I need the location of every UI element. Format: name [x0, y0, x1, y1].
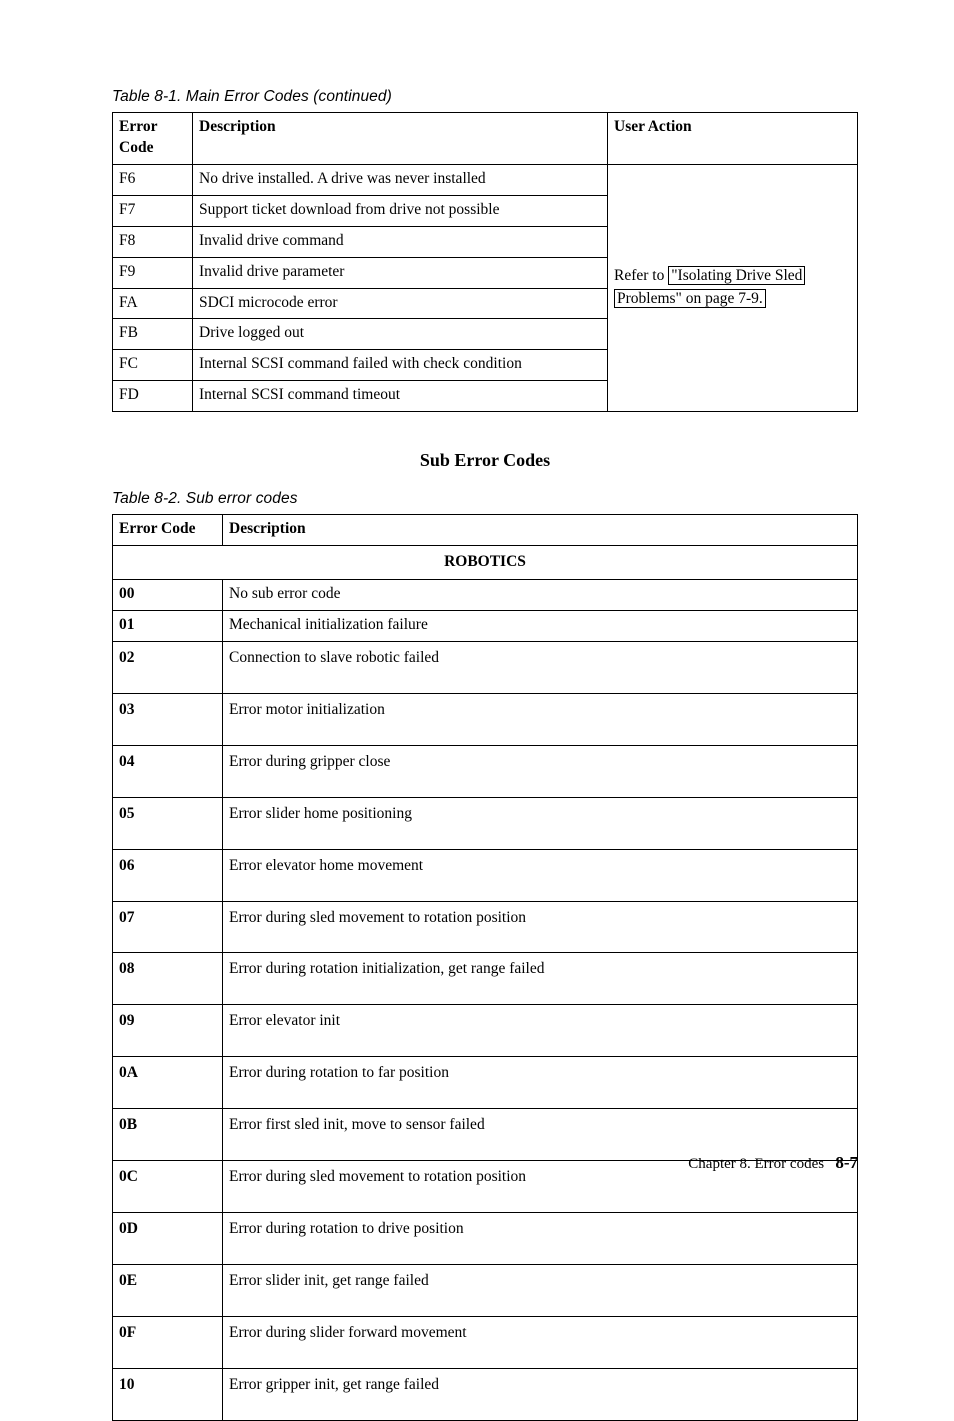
table-row: 07 Error during sled movement to rotatio… — [113, 901, 858, 953]
table2-header-row: Error Code Description — [113, 515, 858, 546]
sub-code-cell: 04 — [113, 745, 223, 797]
robotics-section-label: ROBOTICS — [113, 546, 858, 580]
sub-desc-cell: Mechanical initialization failure — [223, 610, 858, 641]
sub-code-cell: 01 — [113, 610, 223, 641]
sub-desc-cell: Error slider init, get range failed — [223, 1264, 858, 1316]
table-row: 0D Error during rotation to drive positi… — [113, 1213, 858, 1265]
table-row: 02 Connection to slave robotic failed — [113, 641, 858, 693]
sub-code-cell: 10 — [113, 1368, 223, 1420]
sub-desc-cell: No sub error code — [223, 580, 858, 611]
table-row: 0E Error slider init, get range failed — [113, 1264, 858, 1316]
user-action-cell: Refer to "Isolating Drive Sled Problems"… — [608, 164, 858, 411]
sub-code-cell: 0B — [113, 1109, 223, 1161]
robotics-section-row: ROBOTICS — [113, 546, 858, 580]
error-code-cell: F7 — [113, 195, 193, 226]
error-code-cell: FA — [113, 288, 193, 319]
action-link-line2[interactable]: Problems" on page 7-9. — [614, 289, 766, 308]
table1-header-row: Error Code Description User Action — [113, 113, 858, 165]
sub-code-cell: 09 — [113, 1005, 223, 1057]
error-desc-cell: Drive logged out — [193, 319, 608, 350]
footer-page-number: 8-7 — [835, 1153, 858, 1172]
footer-chapter: Chapter 8. Error codes — [688, 1156, 824, 1172]
table2-header-code: Error Code — [113, 515, 223, 546]
sub-desc-cell: Error during rotation initialization, ge… — [223, 953, 858, 1005]
table1-header-action: User Action — [608, 113, 858, 165]
table-row: F6 No drive installed. A drive was never… — [113, 164, 858, 195]
table-row: 06 Error elevator home movement — [113, 849, 858, 901]
sub-desc-cell: Error slider home positioning — [223, 797, 858, 849]
error-code-cell: FB — [113, 319, 193, 350]
table2-caption: Table 8-2. Sub error codes — [112, 490, 858, 508]
sub-desc-cell: Error elevator home movement — [223, 849, 858, 901]
error-desc-cell: SDCI microcode error — [193, 288, 608, 319]
table-row: 0F Error during slider forward movement — [113, 1316, 858, 1368]
action-prefix: Refer to — [614, 267, 668, 284]
error-desc-cell: Invalid drive command — [193, 226, 608, 257]
sub-error-codes-table: Error Code Description ROBOTICS 00 No su… — [112, 514, 858, 1421]
sub-desc-cell: Error during sled movement to rotation p… — [223, 901, 858, 953]
sub-error-codes-heading: Sub Error Codes — [112, 450, 858, 471]
table-row: 04 Error during gripper close — [113, 745, 858, 797]
sub-desc-cell: Connection to slave robotic failed — [223, 641, 858, 693]
sub-code-cell: 08 — [113, 953, 223, 1005]
error-desc-cell: No drive installed. A drive was never in… — [193, 164, 608, 195]
sub-desc-cell: Error during slider forward movement — [223, 1316, 858, 1368]
sub-desc-cell: Error during rotation to drive position — [223, 1213, 858, 1265]
error-code-cell: FC — [113, 350, 193, 381]
table-row: 09 Error elevator init — [113, 1005, 858, 1057]
error-code-cell: F8 — [113, 226, 193, 257]
table-row: 08 Error during rotation initialization,… — [113, 953, 858, 1005]
sub-code-cell: 02 — [113, 641, 223, 693]
sub-desc-cell: Error during rotation to far position — [223, 1057, 858, 1109]
sub-code-cell: 06 — [113, 849, 223, 901]
sub-desc-cell: Error motor initialization — [223, 693, 858, 745]
sub-desc-cell: Error elevator init — [223, 1005, 858, 1057]
main-error-codes-table: Error Code Description User Action F6 No… — [112, 112, 858, 412]
table-row: 03 Error motor initialization — [113, 693, 858, 745]
table-row: 10 Error gripper init, get range failed — [113, 1368, 858, 1420]
sub-code-cell: 0A — [113, 1057, 223, 1109]
table2-header-desc: Description — [223, 515, 858, 546]
table-row: 05 Error slider home positioning — [113, 797, 858, 849]
table-row: 01 Mechanical initialization failure — [113, 610, 858, 641]
table-row: 0A Error during rotation to far position — [113, 1057, 858, 1109]
action-link-line1[interactable]: "Isolating Drive Sled — [668, 266, 805, 285]
sub-desc-cell: Error during gripper close — [223, 745, 858, 797]
error-code-cell: F9 — [113, 257, 193, 288]
error-code-cell: FD — [113, 381, 193, 412]
sub-code-cell: 0E — [113, 1264, 223, 1316]
sub-code-cell: 05 — [113, 797, 223, 849]
table1-header-code: Error Code — [113, 113, 193, 165]
error-desc-cell: Internal SCSI command timeout — [193, 381, 608, 412]
error-desc-cell: Internal SCSI command failed with check … — [193, 350, 608, 381]
sub-code-cell: 00 — [113, 580, 223, 611]
sub-code-cell: 07 — [113, 901, 223, 953]
table-row: 00 No sub error code — [113, 580, 858, 611]
page-footer: Chapter 8. Error codes 8-7 — [688, 1153, 858, 1173]
error-desc-cell: Invalid drive parameter — [193, 257, 608, 288]
table1-header-desc: Description — [193, 113, 608, 165]
sub-code-cell: 0C — [113, 1161, 223, 1213]
sub-code-cell: 0D — [113, 1213, 223, 1265]
sub-code-cell: 03 — [113, 693, 223, 745]
error-desc-cell: Support ticket download from drive not p… — [193, 195, 608, 226]
sub-code-cell: 0F — [113, 1316, 223, 1368]
error-code-cell: F6 — [113, 164, 193, 195]
sub-desc-cell: Error gripper init, get range failed — [223, 1368, 858, 1420]
table1-caption: Table 8-1. Main Error Codes (continued) — [112, 88, 858, 106]
